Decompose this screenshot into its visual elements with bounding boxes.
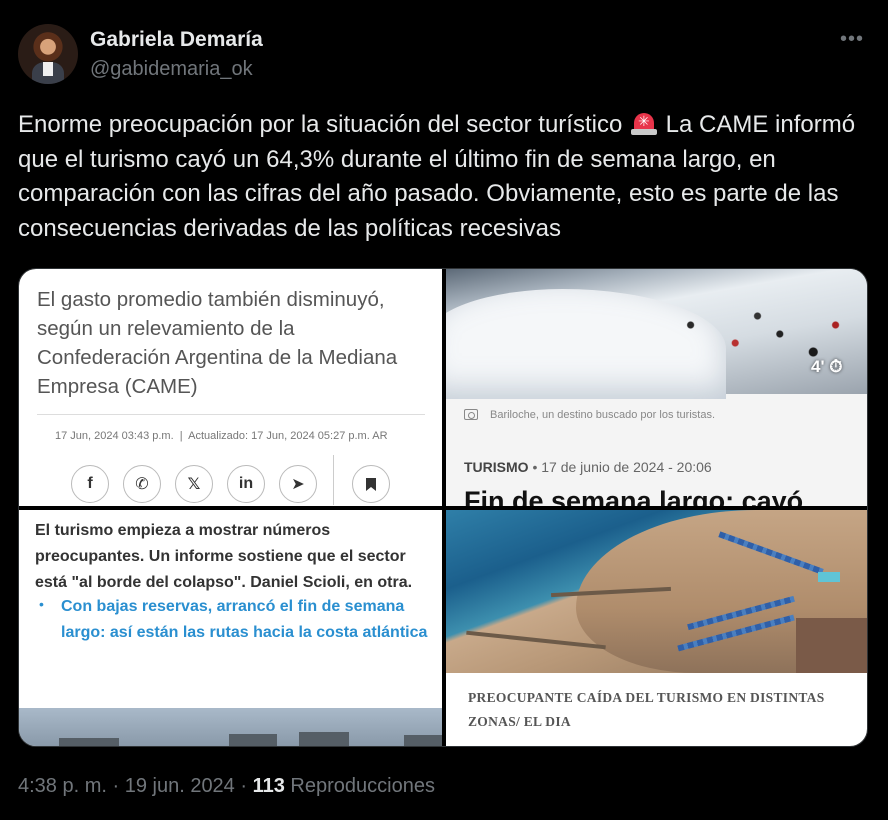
views-count: 113 bbox=[252, 775, 285, 797]
x-icon: 𝕏 bbox=[175, 465, 213, 503]
article-paragraph: El turismo empieza a mostrar números pre… bbox=[35, 522, 413, 591]
related-article-link: Con bajas reservas, arrancó el fin de se… bbox=[61, 598, 428, 641]
whatsapp-icon: ✆ bbox=[123, 465, 161, 503]
building bbox=[229, 734, 277, 746]
city-buildings bbox=[796, 618, 867, 673]
city-photo bbox=[19, 708, 442, 746]
tweet-footer: 4:38 p. m. · 19 jun. 2024 · 113 Reproduc… bbox=[18, 775, 435, 798]
clock-icon: ⏱ bbox=[829, 357, 843, 376]
photo-caption: PREOCUPANTE CAÍDA DEL TURISMO EN DISTINT… bbox=[468, 690, 825, 729]
tweet-text-part-1: Enorme preocupación por la situación del… bbox=[18, 111, 623, 138]
camera-icon bbox=[464, 409, 478, 420]
article-section: TURISMO • 17 de junio de 2024 - 20:06 bbox=[464, 459, 712, 475]
views-label: Reproducciones bbox=[284, 775, 435, 797]
bullet: • bbox=[39, 596, 44, 612]
telegram-icon: ➤ bbox=[279, 465, 317, 503]
ellipsis-icon[interactable]: ••• bbox=[840, 28, 864, 51]
tweet-text: Enorme preocupación por la situación del… bbox=[18, 108, 858, 246]
divider bbox=[37, 414, 425, 415]
read-time: 4' ⏱ bbox=[811, 357, 843, 376]
avatar-collar bbox=[43, 62, 53, 76]
author-name[interactable]: Gabriela Demaría bbox=[90, 28, 263, 52]
building bbox=[404, 735, 442, 746]
beach-photo bbox=[446, 510, 867, 673]
section-label: TURISMO bbox=[464, 459, 529, 475]
updated-date: Actualizado: 17 Jun, 2024 05:27 p.m. AR bbox=[188, 430, 388, 442]
pool bbox=[818, 572, 840, 582]
media-image-4[interactable]: PREOCUPANTE CAÍDA DEL TURISMO EN DISTINT… bbox=[446, 510, 867, 746]
article-headline: Fin de semana largo: cayó bbox=[464, 486, 804, 506]
media-image-3[interactable]: El turismo empieza a mostrar números pre… bbox=[19, 510, 442, 746]
photo-caption: Bariloche, un destino buscado por los tu… bbox=[490, 409, 716, 421]
author-handle[interactable]: @gabidemaria_ok bbox=[90, 58, 253, 81]
building bbox=[59, 738, 119, 746]
snow-photo: 4' ⏱ bbox=[446, 269, 867, 399]
siren-emoji-icon: ✳ bbox=[630, 111, 657, 135]
tweet-header: Gabriela Demaría @gabidemaria_ok ••• bbox=[18, 24, 870, 86]
published-date: 17 Jun, 2024 03:43 p.m. bbox=[55, 430, 174, 442]
tweet-timestamp[interactable]: 4:38 p. m. · 19 jun. 2024 · bbox=[18, 775, 253, 797]
share-divider bbox=[333, 455, 334, 505]
building bbox=[299, 732, 349, 746]
facebook-icon: f bbox=[71, 465, 109, 503]
meta-separator: | bbox=[179, 430, 183, 442]
media-image-1[interactable]: El gasto promedio también disminuyó, seg… bbox=[19, 269, 442, 506]
article-paragraph: El gasto promedio también disminuyó, seg… bbox=[37, 288, 398, 398]
linkedin-icon: in bbox=[227, 465, 265, 503]
avatar[interactable] bbox=[18, 24, 78, 84]
bookmark-icon bbox=[352, 465, 390, 503]
article-meta: 17 Jun, 2024 03:43 p.m. | Actualizado: 1… bbox=[55, 430, 388, 442]
media-image-2[interactable]: 4' ⏱ Bariloche, un destino buscado por l… bbox=[446, 269, 867, 506]
share-buttons: f ✆ 𝕏 in ➤ bbox=[71, 465, 317, 503]
media-grid: El gasto promedio también disminuyó, seg… bbox=[18, 268, 868, 747]
article-date: • 17 de junio de 2024 - 20:06 bbox=[532, 459, 712, 475]
